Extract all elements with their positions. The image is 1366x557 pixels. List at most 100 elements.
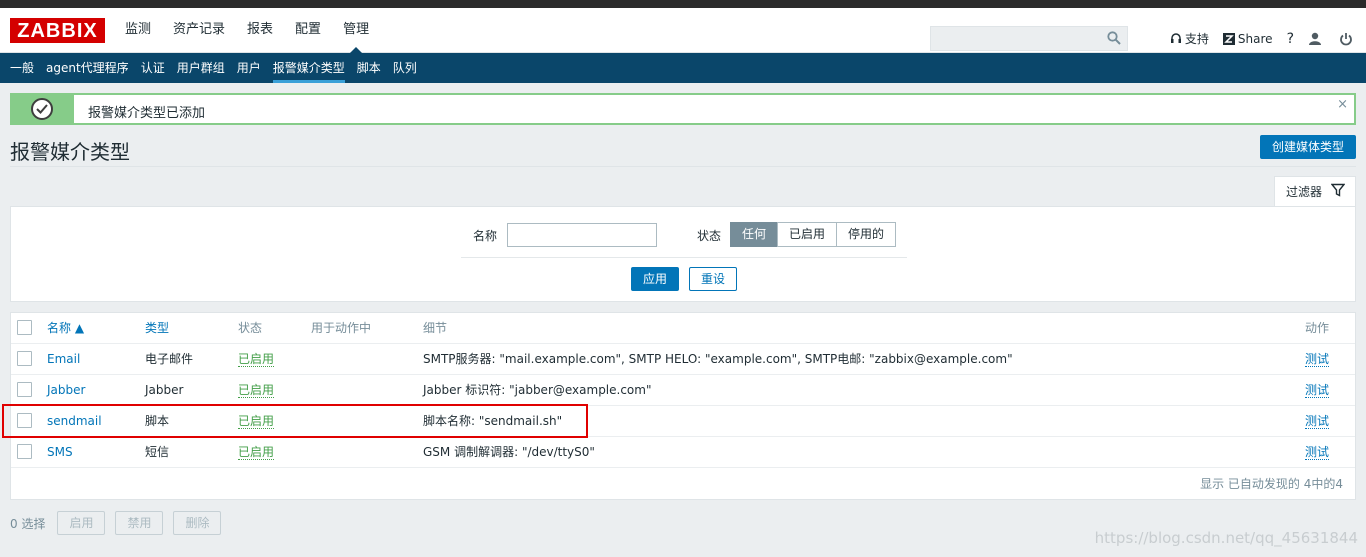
status-toggle[interactable]: 已启用 (238, 383, 275, 398)
table-header-row: 名称 ▲ 类型 状态 用于动作中 细节 动作 (11, 313, 1355, 344)
help-button[interactable]: ? (1287, 31, 1294, 47)
table-row: sendmail 脚本 已启用 脚本名称: "sendmail.sh" 测试 (11, 406, 1355, 437)
media-type-kind: 脚本 (145, 414, 170, 428)
success-indicator (12, 95, 74, 123)
column-type-header[interactable]: 类型 (145, 313, 169, 344)
status-toggle[interactable]: 已启用 (238, 414, 275, 429)
status-toggle[interactable]: 已启用 (238, 445, 275, 460)
submenu-scripts[interactable]: 脚本 (351, 53, 387, 83)
menu-administration[interactable]: 管理 (332, 8, 380, 54)
row-checkbox[interactable] (17, 444, 32, 459)
table-row: SMS 短信 已启用 GSM 调制解调器: "/dev/ttyS0" 测试 (11, 437, 1355, 468)
media-type-name-link[interactable]: Jabber (47, 375, 85, 406)
share-z-icon (1222, 32, 1235, 45)
media-type-name-link[interactable]: sendmail (47, 406, 102, 437)
submenu-users[interactable]: 用户 (231, 53, 267, 83)
test-link[interactable]: 测试 (1305, 383, 1330, 398)
support-label: 支持 (1184, 32, 1209, 46)
status-toggle[interactable]: 已启用 (238, 352, 275, 367)
column-details-header: 细节 (423, 321, 448, 335)
disable-button[interactable]: 禁用 (115, 511, 164, 535)
help-label: ? (1286, 30, 1294, 47)
user-icon (1309, 32, 1321, 45)
check-circle-icon (31, 98, 53, 120)
filter-panel: 名称 状态 任何 已启用 停用的 应用 重设 (10, 206, 1356, 302)
menu-monitoring[interactable]: 监测 (114, 8, 162, 53)
menu-inventory[interactable]: 资产记录 (162, 8, 236, 53)
watermark: https://blog.csdn.net/qq_45631844 (1094, 529, 1358, 547)
status-any[interactable]: 任何 (730, 222, 779, 247)
status-cell: 已启用 (238, 437, 275, 468)
submenu-queue[interactable]: 队列 (387, 53, 423, 83)
action-cell: 测试 (1305, 375, 1330, 406)
top-header: ZABBIX 监测 资产记录 报表 配置 管理 支持 Share ? (0, 8, 1366, 54)
row-checkbox[interactable] (17, 382, 32, 397)
action-cell: 测试 (1305, 344, 1330, 375)
search-icon[interactable] (1107, 31, 1121, 45)
details-cell: GSM 调制解调器: "/dev/ttyS0" (423, 445, 595, 459)
test-link[interactable]: 测试 (1305, 352, 1330, 367)
funnel-icon (1331, 183, 1345, 197)
media-type-kind: 短信 (145, 445, 170, 459)
media-types-table: 名称 ▲ 类型 状态 用于动作中 细节 动作 Email 电子邮件 已启用 SM… (10, 312, 1356, 500)
submenu-general[interactable]: 一般 (4, 53, 40, 83)
submenu-proxies[interactable]: agent代理程序 (40, 53, 135, 83)
submenu-authentication[interactable]: 认证 (135, 53, 171, 83)
row-checkbox[interactable] (17, 413, 32, 428)
apply-button[interactable]: 应用 (631, 267, 679, 291)
support-link[interactable]: 支持 (1170, 30, 1209, 47)
filter-tab[interactable]: 过滤器 (1274, 176, 1356, 207)
column-action-header: 动作 (1305, 321, 1330, 335)
row-checkbox[interactable] (17, 351, 32, 366)
status-cell: 已启用 (238, 344, 275, 375)
headset-icon (1170, 32, 1181, 43)
delete-button[interactable]: 删除 (173, 511, 222, 535)
submenu-user-groups[interactable]: 用户群组 (171, 53, 231, 83)
power-icon (1340, 32, 1352, 45)
filter-status-label: 状态 (697, 229, 722, 243)
filter-name-label: 名称 (473, 229, 498, 243)
submenu-media-types[interactable]: 报警媒介类型 (266, 53, 351, 83)
filter-tab-label: 过滤器 (1286, 185, 1323, 199)
filter-divider (461, 257, 907, 258)
success-message: 报警媒介类型已添加 × (10, 93, 1356, 125)
share-link[interactable]: Share (1222, 31, 1273, 46)
details-cell: SMTP服务器: "mail.example.com", SMTP HELO: … (423, 352, 1013, 366)
table-footer-count: 显示 已自动发现的 4中的4 (1200, 477, 1343, 491)
status-disabled[interactable]: 停用的 (836, 222, 897, 247)
column-name-header[interactable]: 名称 ▲ (47, 313, 84, 344)
mass-action-bar: 0 选择 启用 禁用 删除 (10, 511, 231, 535)
share-label: Share (1237, 31, 1273, 46)
reset-button[interactable]: 重设 (689, 267, 737, 291)
logout-button[interactable] (1339, 32, 1356, 46)
media-type-name-link[interactable]: Email (47, 344, 80, 375)
select-all-checkbox[interactable] (17, 320, 32, 335)
test-link[interactable]: 测试 (1305, 414, 1330, 429)
create-media-type-button[interactable]: 创建媒体类型 (1260, 135, 1356, 159)
title-divider (10, 166, 1356, 167)
zabbix-logo[interactable]: ZABBIX (10, 18, 105, 43)
search-input[interactable] (930, 26, 1128, 51)
close-icon[interactable]: × (1337, 97, 1348, 112)
details-cell: 脚本名称: "sendmail.sh" (423, 414, 563, 428)
page-title: 报警媒介类型 (10, 140, 130, 164)
browser-top-strip (0, 0, 1366, 8)
profile-button[interactable] (1308, 32, 1325, 46)
menu-configuration[interactable]: 配置 (284, 8, 332, 53)
header-actions: 支持 Share ? (1156, 26, 1356, 51)
media-type-kind: Jabber (145, 383, 184, 397)
column-used-in-actions-header: 用于动作中 (311, 321, 372, 335)
media-type-name-link[interactable]: SMS (47, 437, 73, 468)
enable-button[interactable]: 启用 (57, 511, 106, 535)
table-row: Jabber Jabber 已启用 Jabber 标识符: "jabber@ex… (11, 375, 1355, 406)
filter-name-input[interactable] (507, 223, 657, 247)
main-menu: 监测 资产记录 报表 配置 管理 (114, 8, 380, 54)
menu-reports[interactable]: 报表 (236, 8, 284, 53)
media-type-kind: 电子邮件 (145, 352, 194, 366)
details-cell: Jabber 标识符: "jabber@example.com" (423, 383, 652, 397)
selected-count: 0 选择 (10, 516, 46, 531)
action-cell: 测试 (1305, 437, 1330, 468)
status-cell: 已启用 (238, 406, 275, 437)
test-link[interactable]: 测试 (1305, 445, 1330, 460)
status-enabled[interactable]: 已启用 (777, 222, 838, 247)
